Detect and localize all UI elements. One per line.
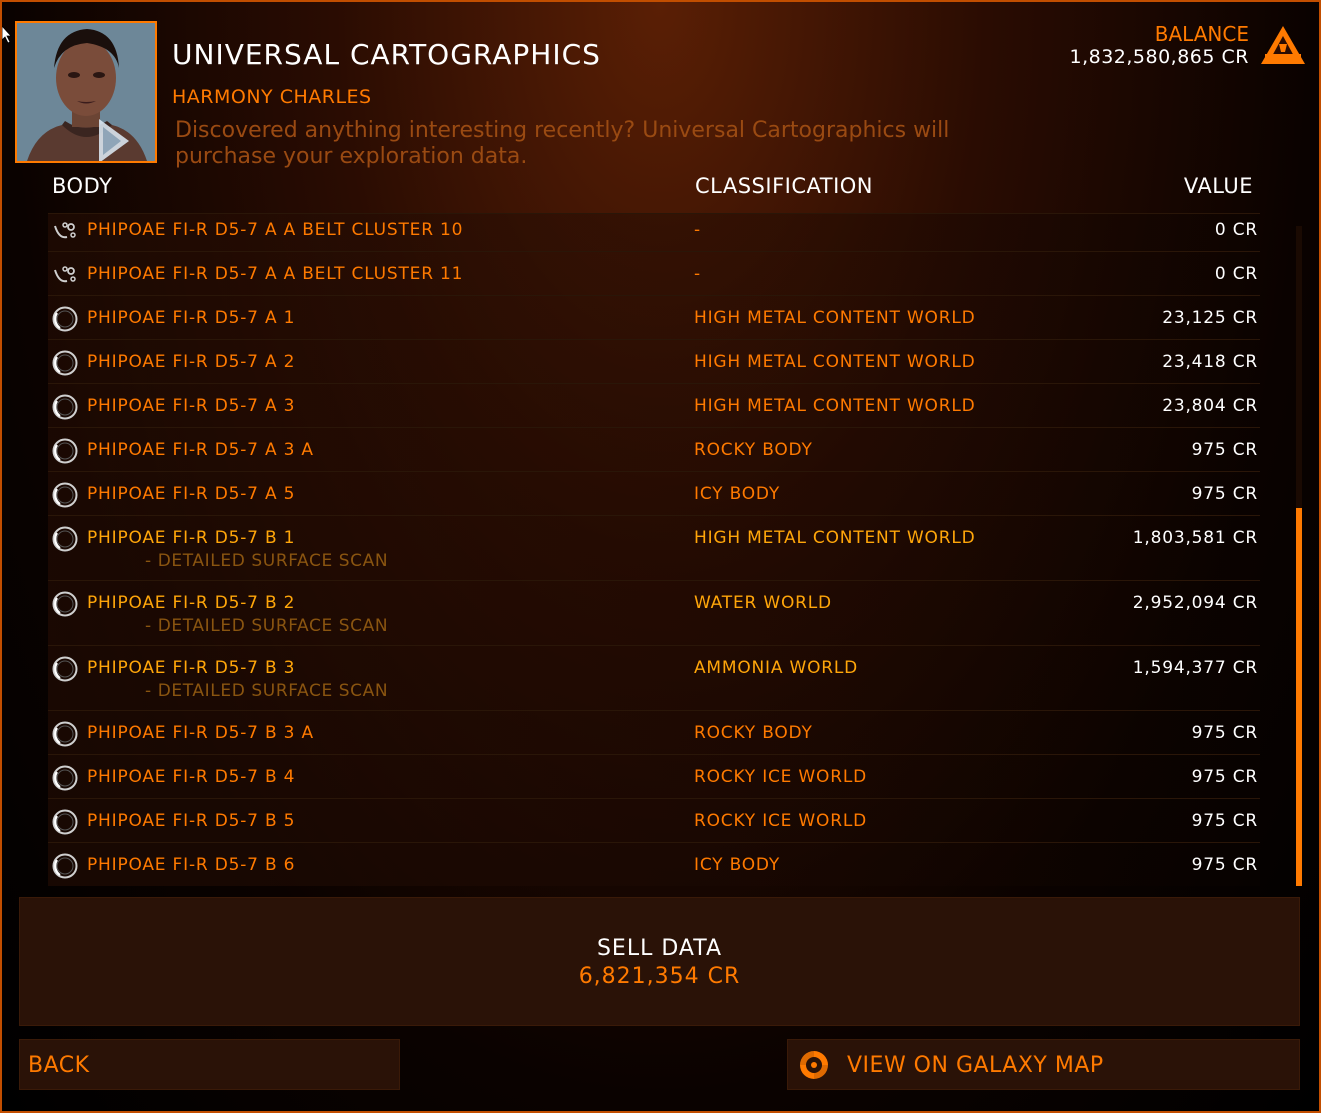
body-name: PHIPOAE FI-R D5-7 B 5 xyxy=(87,811,296,831)
table-row[interactable]: PHIPOAE FI-R D5-7 A A BELT CLUSTER 10 - 0 … xyxy=(48,214,1260,252)
pilots-federation-logo-icon xyxy=(1261,26,1305,64)
body-classification: ICY BODY xyxy=(694,484,781,504)
planet-icon xyxy=(51,481,79,509)
list-scrollbar[interactable] xyxy=(1296,226,1302,886)
contact-name: HARMONY CHARLES xyxy=(172,86,372,108)
table-row[interactable]: PHIPOAE FI-R D5-7 B 6 ICY BODY 975 CR xyxy=(48,843,1260,886)
body-name: PHIPOAE FI-R D5-7 A 5 xyxy=(87,484,296,504)
body-name: PHIPOAE FI-R D5-7 A 2 xyxy=(87,352,296,372)
planet-icon xyxy=(51,655,79,683)
table-row[interactable]: PHIPOAE FI-R D5-7 A 3 HIGH METAL CONTENT … xyxy=(48,384,1260,428)
planet-icon xyxy=(51,349,79,377)
body-name: PHIPOAE FI-R D5-7 B 1 xyxy=(87,528,296,548)
body-value: 1,594,377 CR xyxy=(1132,658,1258,678)
body-value: 23,125 CR xyxy=(1162,308,1258,328)
balance-label: BALANCE xyxy=(1154,22,1249,46)
galaxy-map-icon xyxy=(800,1051,828,1079)
table-row[interactable]: PHIPOAE FI-R D5-7 A 2 HIGH METAL CONTENT … xyxy=(48,340,1260,384)
body-value: 2,952,094 CR xyxy=(1132,593,1258,613)
body-value: 0 CR xyxy=(1214,264,1258,284)
body-classification: HIGH METAL CONTENT WORLD xyxy=(694,308,976,328)
page-title: UNIVERSAL CARTOGRAPHICS xyxy=(172,38,601,71)
column-header-body[interactable]: BODY xyxy=(52,174,112,198)
column-header-value[interactable]: VALUE xyxy=(1184,174,1253,198)
body-classification: HIGH METAL CONTENT WORLD xyxy=(694,528,976,548)
table-row[interactable]: PHIPOAE FI-R D5-7 A A BELT CLUSTER 11 - 0 … xyxy=(48,252,1260,296)
table-row[interactable]: PHIPOAE FI-R D5-7 B 2 - DETAILED SURFACE … xyxy=(48,581,1260,646)
body-name: PHIPOAE FI-R D5-7 B 2 xyxy=(87,593,296,613)
scan-type: - DETAILED SURFACE SCAN xyxy=(145,616,389,636)
planet-icon xyxy=(51,437,79,465)
scan-type: - DETAILED SURFACE SCAN xyxy=(145,681,389,701)
table-row[interactable]: PHIPOAE FI-R D5-7 B 5 ROCKY ICE WORLD 975 … xyxy=(48,799,1260,843)
back-button-label: BACK xyxy=(28,1053,90,1078)
main-panel: UNIVERSAL CARTOGRAPHICS HARMONY CHARLES … xyxy=(0,0,1321,1113)
exploration-data-list[interactable]: PHIPOAE FI-R D5-7 A A BELT CLUSTER 10 - 0 … xyxy=(48,213,1260,886)
body-value: 1,803,581 CR xyxy=(1132,528,1258,548)
body-name: PHIPOAE FI-R D5-7 B 6 xyxy=(87,855,296,875)
sell-data-total: 6,821,354 CR xyxy=(578,964,741,989)
body-value: 975 CR xyxy=(1191,484,1258,504)
planet-icon xyxy=(51,852,79,880)
body-name: PHIPOAE FI-R D5-7 A 3 xyxy=(87,396,296,416)
planet-icon xyxy=(51,590,79,618)
body-classification: AMMONIA WORLD xyxy=(694,658,859,678)
table-row[interactable]: PHIPOAE FI-R D5-7 B 3 - DETAILED SURFACE … xyxy=(48,646,1260,711)
sell-data-label: SELL DATA xyxy=(596,936,723,961)
table-row[interactable]: PHIPOAE FI-R D5-7 B 4 ROCKY ICE WORLD 975 … xyxy=(48,755,1260,799)
body-value: 975 CR xyxy=(1191,767,1258,787)
body-name: PHIPOAE FI-R D5-7 B 4 xyxy=(87,767,296,787)
column-header-classification[interactable]: CLASSIFICATION xyxy=(695,174,873,198)
planet-icon xyxy=(51,525,79,553)
body-classification: HIGH METAL CONTENT WORLD xyxy=(694,396,976,416)
table-row[interactable]: PHIPOAE FI-R D5-7 B 1 - DETAILED SURFACE … xyxy=(48,516,1260,581)
planet-icon xyxy=(51,305,79,333)
sell-data-button[interactable]: SELL DATA 6,821,354 CR xyxy=(19,897,1300,1026)
body-value: 23,418 CR xyxy=(1162,352,1258,372)
body-classification: ICY BODY xyxy=(694,855,781,875)
planet-icon xyxy=(51,393,79,421)
body-classification: - xyxy=(694,264,701,284)
body-name: PHIPOAE FI-R D5-7 B 3 xyxy=(87,658,296,678)
planet-icon xyxy=(51,720,79,748)
body-name: PHIPOAE FI-R D5-7 B 3 A xyxy=(87,723,314,743)
body-value: 975 CR xyxy=(1191,811,1258,831)
table-row[interactable]: PHIPOAE FI-R D5-7 B 3 A ROCKY BODY 975 CR xyxy=(48,711,1260,755)
back-button[interactable]: BACK xyxy=(19,1039,400,1090)
balance-value: 1,832,580,865 CR xyxy=(1069,46,1249,68)
body-value: 975 CR xyxy=(1191,723,1258,743)
body-classification: - xyxy=(694,220,701,240)
mouse-cursor-icon xyxy=(2,26,12,44)
body-classification: ROCKY ICE WORLD xyxy=(694,811,867,831)
belt-cluster-icon xyxy=(51,261,79,289)
body-classification: ROCKY BODY xyxy=(694,723,813,743)
scrollbar-thumb[interactable] xyxy=(1296,508,1302,886)
body-value: 0 CR xyxy=(1214,220,1258,240)
body-name: PHIPOAE FI-R D5-7 A 1 xyxy=(87,308,296,328)
table-row[interactable]: PHIPOAE FI-R D5-7 A 1 HIGH METAL CONTENT … xyxy=(48,296,1260,340)
body-name: PHIPOAE FI-R D5-7 A A BELT CLUSTER 10 xyxy=(87,220,464,240)
scan-type: - DETAILED SURFACE SCAN xyxy=(145,551,389,571)
body-name: PHIPOAE FI-R D5-7 A A BELT CLUSTER 11 xyxy=(87,264,464,284)
body-value: 23,804 CR xyxy=(1162,396,1258,416)
body-value: 975 CR xyxy=(1191,440,1258,460)
table-row[interactable]: PHIPOAE FI-R D5-7 A 5 ICY BODY 975 CR xyxy=(48,472,1260,516)
body-classification: WATER WORLD xyxy=(694,593,832,613)
planet-icon xyxy=(51,764,79,792)
body-value: 975 CR xyxy=(1191,855,1258,875)
planet-icon xyxy=(51,808,79,836)
body-classification: HIGH METAL CONTENT WORLD xyxy=(694,352,976,372)
body-name: PHIPOAE FI-R D5-7 A 3 A xyxy=(87,440,314,460)
body-classification: ROCKY ICE WORLD xyxy=(694,767,867,787)
view-on-galaxy-map-button[interactable]: VIEW ON GALAXY MAP xyxy=(787,1039,1300,1090)
galaxy-map-button-label: VIEW ON GALAXY MAP xyxy=(847,1053,1104,1078)
contact-description: Discovered anything interesting recently… xyxy=(175,118,950,169)
table-row[interactable]: PHIPOAE FI-R D5-7 A 3 A ROCKY BODY 975 CR xyxy=(48,428,1260,472)
body-classification: ROCKY BODY xyxy=(694,440,813,460)
contact-portrait xyxy=(15,21,157,163)
belt-cluster-icon xyxy=(51,217,79,245)
